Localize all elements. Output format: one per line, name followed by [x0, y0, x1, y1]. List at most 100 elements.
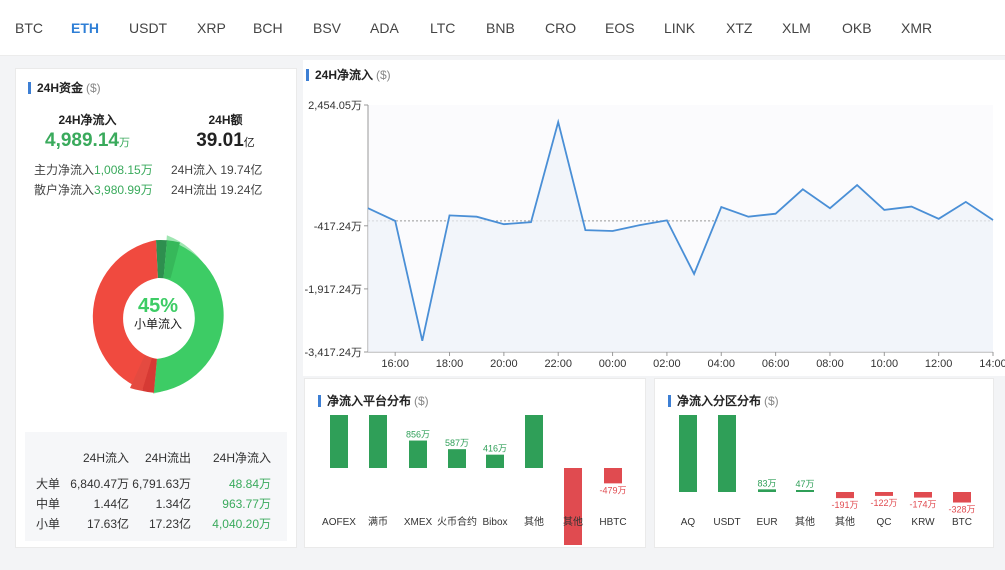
- category-label: BTC: [952, 517, 972, 528]
- funds-unit: ($): [86, 81, 101, 95]
- net-inflow-value: 4,989.14: [45, 130, 119, 151]
- tab-ada[interactable]: ADA: [370, 20, 399, 36]
- bar[interactable]: [836, 492, 854, 499]
- x-tick-label: 04:00: [707, 358, 735, 370]
- table-cell-net: 4,040.20万: [212, 517, 271, 531]
- retail-inflow-row: 散户净流入3,980.99万: [34, 181, 153, 198]
- bar-value-label: -328万: [948, 505, 975, 515]
- retail-inflow-value: 3,980.99万: [94, 183, 153, 197]
- category-label: 火币合约: [437, 515, 477, 528]
- category-label: AQ: [681, 517, 696, 528]
- table-header: 24H流出: [144, 451, 191, 465]
- bar-value-label: -122万: [870, 498, 897, 508]
- bar[interactable]: [330, 415, 348, 468]
- net-inflow-chart-title: 24H净流入 ($): [306, 69, 391, 81]
- coin-tab-bar: BTC ETH USDT XRP BCH BSV ADA LTC BNB CRO EOS LINK XT…: [0, 0, 1005, 56]
- order-size-table: 24H流入 24H流出 24H净流入 大单 6,840.47万 6,791.63万 48.8…: [25, 432, 287, 541]
- x-tick-label: 14:00: [979, 358, 1005, 370]
- bar[interactable]: [953, 492, 971, 503]
- main-inflow-label: 主力净流入: [34, 163, 95, 177]
- zone-chart-title-text: 净流入分区分布: [677, 394, 762, 408]
- inflow-24h-row: 24H流入 19.74亿: [171, 161, 262, 178]
- category-label: 其他: [524, 515, 544, 528]
- volume-label: 24H额: [208, 113, 243, 127]
- donut-percent: 45%: [138, 295, 178, 317]
- bar[interactable]: [796, 490, 814, 492]
- bar-value-label: 587万: [445, 438, 469, 448]
- table-row-label: 小单: [36, 517, 61, 531]
- bar[interactable]: [564, 468, 582, 545]
- tab-usdt[interactable]: USDT: [129, 20, 167, 36]
- tab-bnb[interactable]: BNB: [486, 20, 515, 36]
- table-cell-net: 963.77万: [222, 497, 271, 511]
- bar[interactable]: [718, 415, 736, 492]
- net-inflow-chart-title-text: 24H净流入: [315, 68, 374, 82]
- flow-donut-chart: 45% 小单流入: [92, 235, 224, 394]
- tab-bsv[interactable]: BSV: [313, 20, 341, 36]
- bar[interactable]: [525, 415, 543, 468]
- funds-title: 24H资金 ($): [28, 82, 101, 94]
- bar-value-label: 47万: [795, 479, 814, 489]
- table-cell-out: 6,791.63万: [132, 477, 191, 491]
- category-label: 其他: [795, 515, 815, 528]
- tab-xrp[interactable]: XRP: [197, 20, 226, 36]
- x-tick-label: 18:00: [436, 358, 464, 370]
- volume-unit: 亿: [243, 137, 255, 149]
- bar[interactable]: [409, 440, 427, 468]
- y-tick-label: -417.24万: [314, 221, 362, 233]
- tab-xlm[interactable]: XLM: [782, 20, 811, 36]
- bar[interactable]: [486, 454, 504, 468]
- bar[interactable]: [604, 468, 622, 484]
- bar-value-label: 83万: [757, 478, 776, 488]
- table-header: 24H流入: [82, 451, 129, 465]
- tab-eth[interactable]: ETH: [71, 20, 99, 36]
- donut-label: 小单流入: [134, 317, 182, 331]
- tab-eos[interactable]: EOS: [605, 20, 635, 36]
- volume-value: 39.01: [196, 130, 244, 151]
- x-tick-label: 22:00: [544, 358, 572, 370]
- x-tick-label: 16:00: [381, 358, 409, 370]
- bar[interactable]: [914, 492, 932, 498]
- outflow-24h-value: 19.24亿: [220, 183, 263, 197]
- inflow-24h-label: 24H流入: [171, 163, 218, 177]
- tab-xtz[interactable]: XTZ: [726, 20, 752, 36]
- table-row-label: 大单: [36, 477, 61, 491]
- category-label: EUR: [756, 517, 777, 528]
- net-inflow-label: 24H净流入: [58, 113, 117, 127]
- tab-okb[interactable]: OKB: [842, 20, 872, 36]
- y-tick-label: 2,454.05万: [308, 100, 362, 112]
- tab-ltc[interactable]: LTC: [430, 20, 455, 36]
- x-tick-label: 10:00: [871, 358, 899, 370]
- category-label: KRW: [911, 517, 935, 528]
- tab-bch[interactable]: BCH: [253, 20, 283, 36]
- category-label: HBTC: [599, 517, 626, 528]
- zone-bar-chart: 3,053万AQ2,605万USDT83万EUR47万其他-191万其他-122…: [679, 415, 976, 528]
- bar-value-label: 856万: [406, 430, 430, 440]
- net-inflow-line-chart: 2,454.05万 -417.24万 -1,917.24万 -3,417.24万 16:…: [305, 100, 1005, 370]
- bar[interactable]: [448, 449, 466, 468]
- tab-btc[interactable]: BTC: [15, 20, 43, 36]
- category-label: 其他: [563, 515, 583, 528]
- category-label: USDT: [713, 517, 740, 528]
- zone-chart-unit: ($): [764, 394, 779, 408]
- x-tick-label: 02:00: [653, 358, 681, 370]
- platform-chart-title: 净流入平台分布 ($): [318, 395, 429, 407]
- tab-cro[interactable]: CRO: [545, 20, 576, 36]
- bar-value-label: -191万: [831, 500, 858, 510]
- category-label: AOFEX: [322, 517, 356, 528]
- y-tick-label: -3,417.24万: [305, 347, 362, 359]
- bar[interactable]: [369, 415, 387, 468]
- tab-xmr[interactable]: XMR: [901, 20, 932, 36]
- funds-title-text: 24H资金: [37, 81, 84, 95]
- platform-chart-unit: ($): [414, 394, 429, 408]
- table-row-label: 中单: [36, 497, 61, 511]
- tab-link[interactable]: LINK: [664, 20, 695, 36]
- retail-inflow-label: 散户净流入: [34, 183, 95, 197]
- bar[interactable]: [875, 492, 893, 496]
- platform-chart-title-text: 净流入平台分布: [327, 394, 412, 408]
- table-header: 24H净流入: [212, 451, 271, 465]
- bar[interactable]: [758, 489, 776, 492]
- x-tick-label: 12:00: [925, 358, 953, 370]
- bar[interactable]: [679, 415, 697, 492]
- bar-value-label: 416万: [483, 444, 507, 454]
